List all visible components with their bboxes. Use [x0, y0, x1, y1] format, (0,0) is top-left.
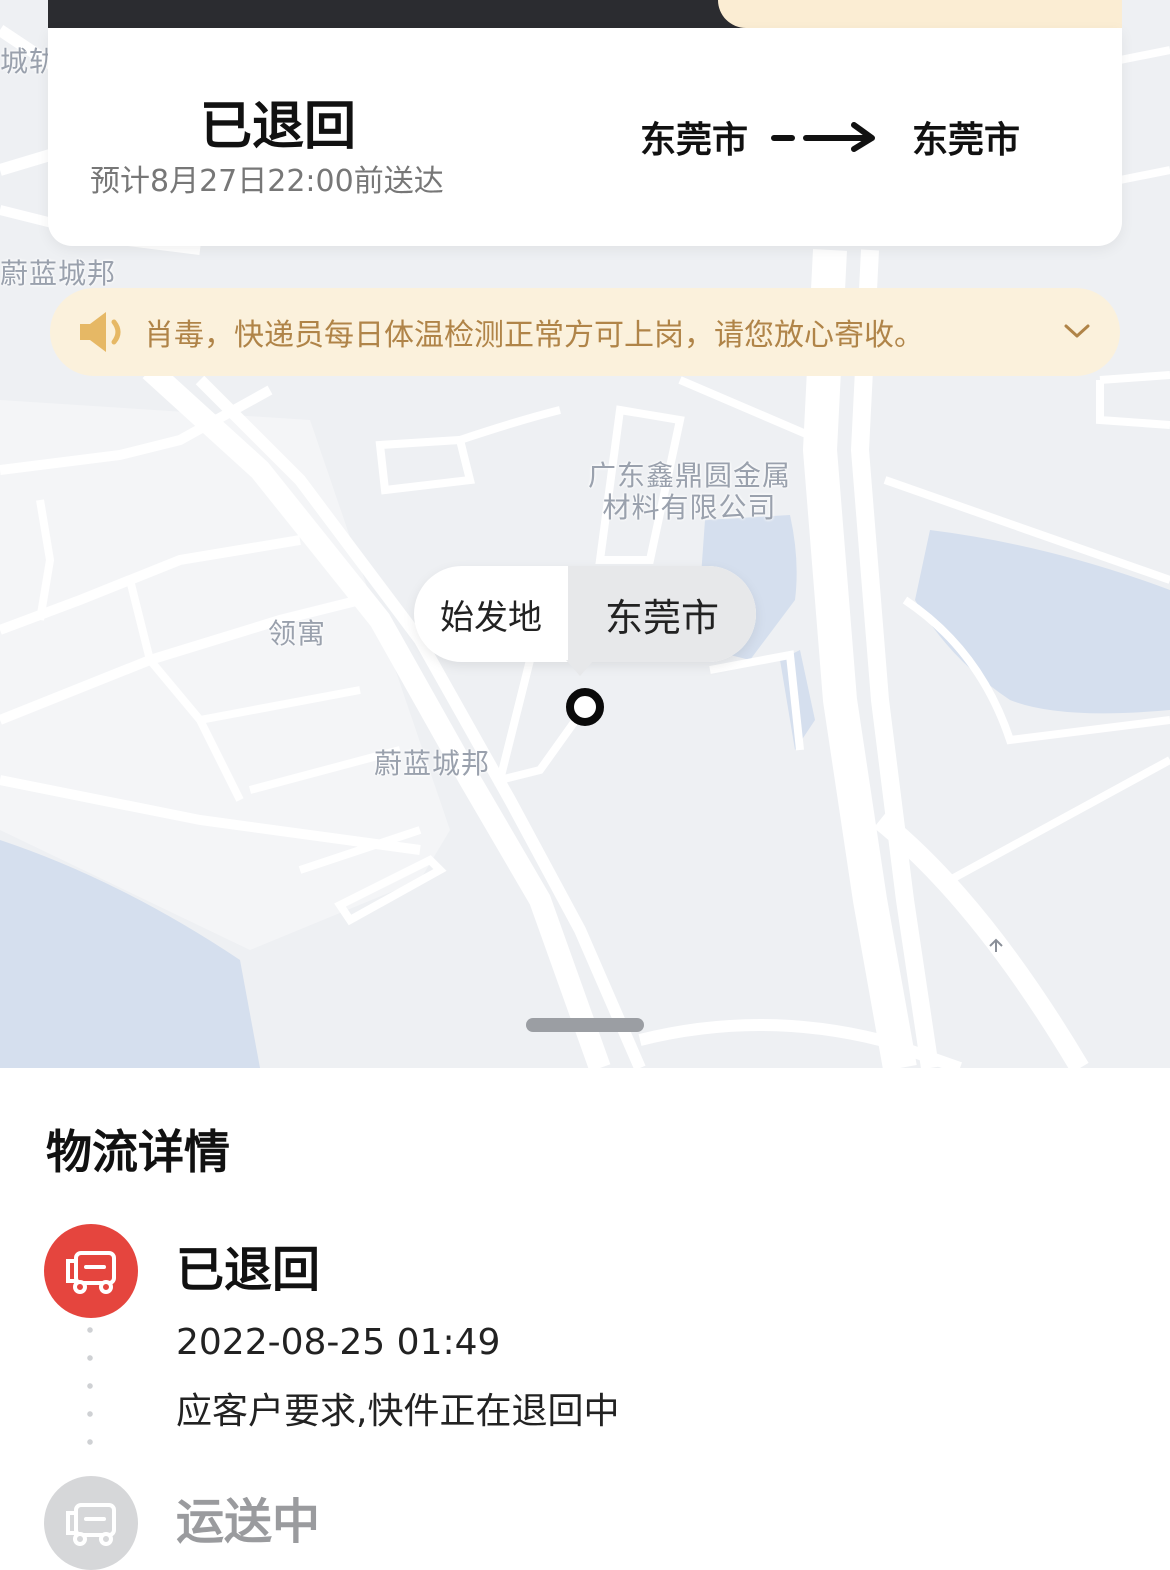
- origin-bubble-city: 东莞市: [568, 566, 756, 662]
- event-description: 应客户要求,快件正在退回中: [176, 1391, 620, 1432]
- details-title: 物流详情: [46, 1125, 230, 1179]
- origin-bubble-label: 始发地: [440, 597, 542, 638]
- status-title: 已退回: [199, 97, 356, 157]
- notice-text: 肖毒，快递员每日体温检测正常方可上岗，请您放心寄收。: [144, 318, 924, 353]
- map-label-weilan-center: 蔚蓝城邦: [374, 747, 491, 780]
- route-to: 东莞市: [912, 120, 1021, 161]
- event-time: 2022-08-25 01:49: [176, 1322, 501, 1363]
- top-banner-accent: [718, 0, 1122, 28]
- map-label-company: 广东鑫鼎圆金属 材料有限公司: [588, 459, 792, 524]
- route: 东莞市 东莞市: [640, 112, 1020, 162]
- notice-banner[interactable]: 肖毒，快递员每日体温检测正常方可上岗，请您放心寄收。: [50, 288, 1120, 376]
- eta-text: 预计8月27日22:00前送达: [90, 164, 444, 199]
- origin-marker-icon[interactable]: [566, 688, 604, 726]
- truck-icon: [44, 1476, 138, 1570]
- event-status: 运送中: [176, 1494, 321, 1550]
- event-status: 已退回: [176, 1242, 321, 1298]
- map-label-lingyu: 领寓: [268, 617, 327, 650]
- speaker-icon: [80, 312, 121, 352]
- origin-bubble[interactable]: 始发地 东莞市: [414, 566, 756, 662]
- route-from: 东莞市: [640, 120, 749, 161]
- chevron-down-icon[interactable]: [1062, 318, 1092, 344]
- status-card[interactable]: 已退回 预计8月27日22:00前送达 东莞市 东莞市: [48, 28, 1122, 246]
- route-arrow-icon: [771, 122, 876, 152]
- logistics-details: 物流详情 已退回 2022-08-25 01:49 应客户要求,快件正在退回中 …: [0, 1068, 1170, 1570]
- timeline-connector: [86, 1316, 94, 1466]
- truck-icon: [44, 1224, 138, 1318]
- origin-bubble-tail: [566, 660, 594, 676]
- drag-handle[interactable]: [526, 1018, 644, 1032]
- map-label-weilan-top: 蔚蓝城邦: [0, 257, 117, 290]
